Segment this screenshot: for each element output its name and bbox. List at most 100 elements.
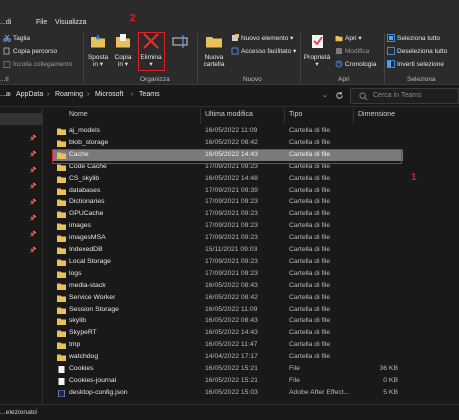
- copy-to-button[interactable]: Copia in ▾: [111, 32, 135, 68]
- file-name: Cookies-journal: [69, 376, 117, 384]
- new-item-button[interactable]: Nuovo elemento ▾: [231, 33, 293, 43]
- invert-selection-button[interactable]: Inverti selezione: [387, 59, 444, 69]
- pin-icon[interactable]: 📌: [29, 247, 36, 254]
- column-divider[interactable]: [284, 108, 285, 124]
- pin-icon[interactable]: 📌: [29, 183, 36, 190]
- new-folder-label-2: cartella: [203, 61, 225, 68]
- open-button[interactable]: Apri ▾: [335, 33, 362, 43]
- column-header-name[interactable]: Nome: [69, 111, 88, 118]
- column-divider[interactable]: [353, 108, 354, 124]
- group-divider: [197, 33, 198, 83]
- file-row[interactable]: media-stack 16/05/2022 08:43 Cartella di f…: [53, 281, 403, 292]
- file-icon: [58, 366, 65, 373]
- history-button[interactable]: Cronologia: [335, 59, 376, 69]
- file-row[interactable]: imagesMSA 17/09/2021 09:23 Cartella di fil…: [53, 233, 403, 244]
- file-type: Cartella di file: [289, 210, 331, 218]
- tab-file[interactable]: File: [36, 19, 47, 26]
- file-row[interactable]: CS_skylib 16/05/2022 14:48 Cartella di fil…: [53, 174, 403, 185]
- file-modified: 16/05/2022 15:03: [205, 388, 258, 396]
- file-type: Cartella di file: [289, 234, 331, 242]
- search-box[interactable]: Cerca in Teams: [350, 88, 459, 104]
- file-row[interactable]: skylib 16/05/2022 08:43 Cartella di file: [53, 316, 403, 327]
- file-name: images: [69, 222, 91, 230]
- deselect-all-button[interactable]: Deseleziona tutto: [387, 46, 447, 56]
- file-row[interactable]: Service Worker 16/05/2022 08:42 Cartella d…: [53, 293, 403, 304]
- file-row[interactable]: images 17/09/2021 09:23 Cartella di file: [53, 221, 403, 232]
- move-to-button[interactable]: Sposta in ▾: [86, 32, 110, 68]
- breadcrumb-roaming[interactable]: Roaming: [55, 91, 83, 98]
- paste-shortcut-button[interactable]: Incolla collegamento: [3, 59, 72, 69]
- file-type: Cartella di file: [289, 329, 331, 337]
- copy-path-label: Copia percorso: [13, 47, 58, 55]
- file-name: watchdog: [69, 353, 99, 361]
- pin-icon[interactable]: 📌: [29, 215, 36, 222]
- nav-selected-item[interactable]: [0, 113, 42, 125]
- folder-icon: [57, 271, 66, 278]
- file-type: Cartella di file: [289, 186, 331, 194]
- paste-shortcut-label: Incolla collegamento: [13, 60, 73, 68]
- file-row[interactable]: Dictionaries 17/09/2021 09:23 Cartella di …: [53, 197, 403, 208]
- file-modified: 16/05/2022 11:47: [205, 341, 258, 349]
- file-row[interactable]: watchdog 14/04/2022 17:17 Cartella di file: [53, 352, 403, 363]
- chevron-right-icon: ›: [131, 91, 134, 98]
- dropdown-arrow-icon[interactable]: ⌄: [322, 91, 328, 99]
- file-name: media-stack: [69, 281, 106, 289]
- column-header-size[interactable]: Dimensione: [358, 111, 395, 118]
- status-bar: ...elezionato |: [0, 404, 459, 420]
- file-row[interactable]: logs 17/09/2021 09:23 Cartella di file: [53, 269, 403, 280]
- file-row[interactable]: Session Storage 16/05/2022 11:09 Cartella …: [53, 305, 403, 316]
- file-row[interactable]: Local Storage 17/09/2021 09:23 Cartella di…: [53, 257, 403, 268]
- file-name: CS_skylib: [69, 174, 100, 182]
- folder-icon: [57, 128, 66, 135]
- file-modified: 14/04/2022 17:17: [205, 353, 258, 361]
- file-row[interactable]: SkypeRT 16/05/2022 14:43 Cartella di file: [53, 328, 403, 339]
- edit-button[interactable]: Modifica: [335, 46, 369, 56]
- file-row[interactable]: aj_models 16/05/2022 11:09 Cartella di fil…: [53, 126, 403, 137]
- file-row[interactable]: Cookies-journal 16/05/2022 15:21 File 0 KB: [53, 376, 403, 387]
- new-group-label: Nuovo: [243, 76, 262, 83]
- file-row[interactable]: Cookies 16/05/2022 15:21 File 36 KB: [53, 364, 403, 375]
- select-all-button[interactable]: Seleziona tutto: [387, 33, 440, 43]
- breadcrumb-appdata[interactable]: AppData: [16, 91, 43, 98]
- pin-icon[interactable]: 📌: [29, 135, 36, 142]
- file-modified: 16/05/2022 14:48: [205, 174, 258, 182]
- file-modified: 16/05/2022 15:21: [205, 376, 258, 384]
- cut-button[interactable]: Taglia: [3, 33, 30, 43]
- breadcrumb-teams[interactable]: Teams: [139, 91, 160, 98]
- refresh-icon[interactable]: [335, 91, 344, 100]
- file-row[interactable]: desktop-config.json 16/05/2022 15:03 Adobe…: [53, 388, 403, 399]
- file-modified: 15/11/2021 09:03: [205, 246, 258, 253]
- tab-view[interactable]: Visualizza: [55, 19, 86, 26]
- pin-icon[interactable]: 📌: [29, 199, 36, 206]
- pin-icon[interactable]: 📌: [29, 167, 36, 174]
- navigation-pane[interactable]: 📌 📌 📌 📌 📌 📌 📌 📌: [0, 108, 43, 404]
- properties-dropdown-arrow[interactable]: ▾: [302, 61, 332, 68]
- new-folder-button[interactable]: Nuova cartella: [200, 32, 228, 68]
- file-type: Cartella di file: [289, 293, 331, 301]
- folder-icon: [57, 223, 66, 231]
- properties-button[interactable]: Proprietà ▾: [302, 32, 332, 68]
- file-row[interactable]: IndexedDB 15/11/2021 09:03 Cartella di fil…: [53, 245, 403, 256]
- copy-path-button[interactable]: Copia percorso: [3, 46, 57, 56]
- address-bar[interactable]: ...a › AppData › Roaming › Microsoft › T…: [0, 85, 459, 107]
- file-row[interactable]: blob_storage 16/05/2022 08:42 Cartella di …: [53, 138, 403, 149]
- chevron-right-icon: ›: [87, 91, 90, 98]
- organize-group-label: Organizza: [140, 76, 170, 83]
- pin-icon[interactable]: 📌: [29, 231, 36, 238]
- file-row[interactable]: tmp 16/05/2022 11:47 Cartella di file: [53, 340, 403, 351]
- file-modified: 16/05/2022 08:43: [205, 317, 258, 325]
- pin-icon[interactable]: 📌: [29, 151, 36, 158]
- file-row[interactable]: databases 17/09/2021 09:39 Cartella di fil…: [53, 186, 403, 197]
- column-header-type[interactable]: Tipo: [289, 111, 302, 118]
- breadcrumb-microsoft[interactable]: Microsoft: [95, 91, 123, 98]
- step-number-1: 1: [411, 172, 417, 183]
- file-row[interactable]: GPUCache 17/09/2021 09:23 Cartella di file: [53, 209, 403, 220]
- file-name: imagesMSA: [69, 234, 106, 242]
- column-divider[interactable]: [200, 108, 201, 124]
- new-folder-label-1: Nuova: [204, 54, 224, 61]
- tab-home[interactable]: ...di: [0, 19, 11, 26]
- column-header-modified[interactable]: Ultima modifica: [205, 111, 253, 118]
- folder-icon: [57, 188, 66, 195]
- easy-access-button[interactable]: Accesso facilitato ▾: [231, 46, 296, 56]
- rename-button[interactable]: [166, 32, 194, 54]
